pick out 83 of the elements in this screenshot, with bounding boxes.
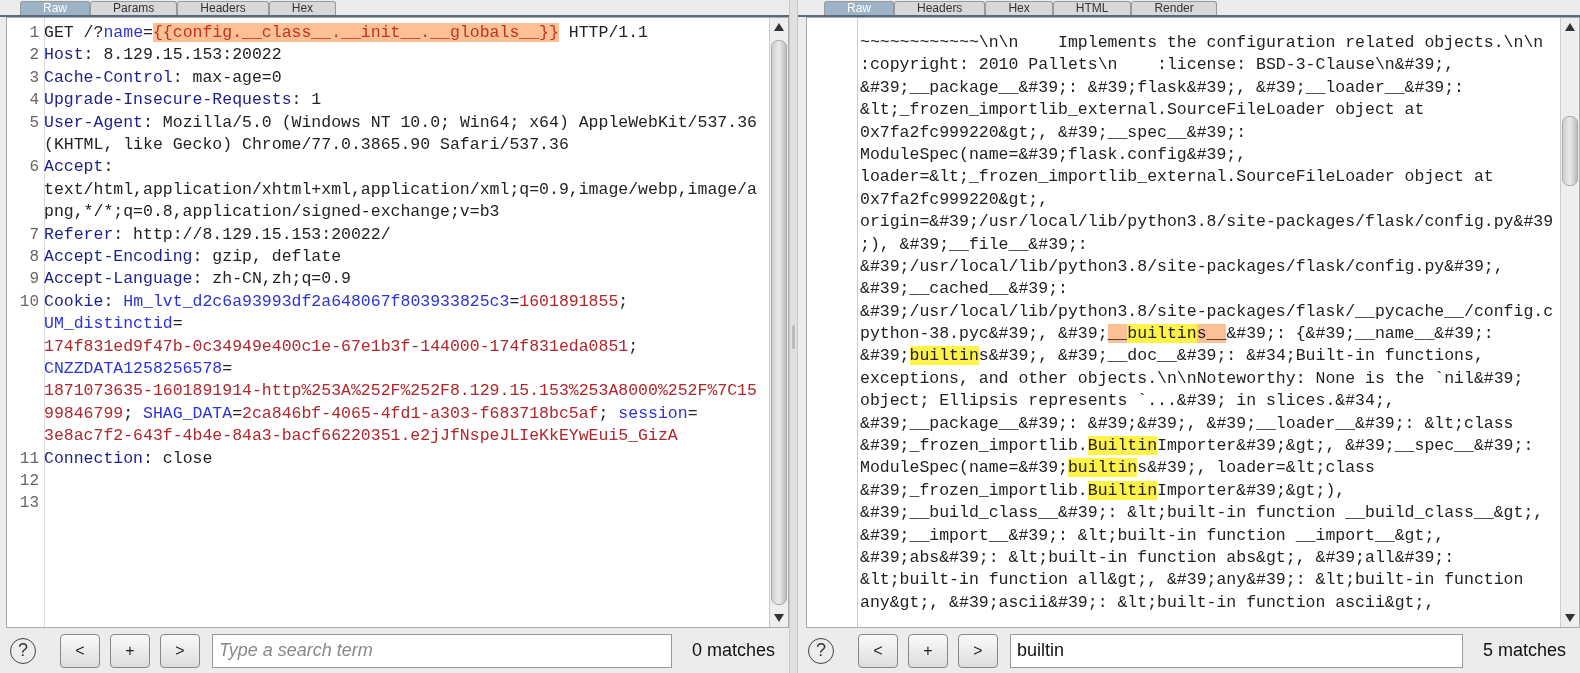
scrollbar-thumb[interactable] xyxy=(771,40,787,605)
code-line: Referer: http://8.129.15.153:20022/ xyxy=(44,223,392,246)
code-line: Accept-Language: zh-CN,zh;q=0.9 xyxy=(44,268,352,291)
code-line: 3e8ac7f2-643f-4b4e-84a3-bacf66220351.e2jJfNspeJLIeKkEYwEui5_GizA xyxy=(44,425,679,448)
tab[interactable]: Render xyxy=(1131,1,1217,15)
code-line: &lt;built-in function all&gt;, &#39;any&#39;: &lt;built-in function xyxy=(860,569,1525,592)
code-line: &#39;__build_class__&#39;: &lt;built-in function __build_class__&gt;, xyxy=(860,502,1545,525)
code-line: Accept: xyxy=(44,156,115,179)
code-line: text/html,application/xhtml+xml,application/xml;q=0.9,image/webp,image/a xyxy=(44,178,758,201)
line-number: 10 xyxy=(19,292,39,311)
line-number: 13 xyxy=(19,494,39,513)
tab[interactable]: Params xyxy=(90,1,178,15)
code-line: Cookie: Hm_lvt_d2c6a93993df2a648067f803933825c3=1601891855; xyxy=(44,290,630,313)
code-line: &#39;_frozen_importlib.BuiltinImporter&#39;&gt;), xyxy=(860,479,1347,502)
code-line: Host: 8.129.15.153:20022 xyxy=(44,44,283,67)
code-line: ModuleSpec(name=&#39;builtins&#39;, loader=&lt;class xyxy=(860,457,1376,480)
code-line: 0x7fa2fc999220&gt;, xyxy=(860,188,1050,211)
code-line: &#39;__cached__&#39;: xyxy=(860,278,1069,301)
code-line: Accept-Encoding: gzip, deflate xyxy=(44,246,343,268)
pane-divider-handle[interactable] xyxy=(792,324,795,349)
tab[interactable]: Headers xyxy=(177,1,269,15)
code-line: :copyright: 2010 Pallets\n :license: BSD-3-Clause\n&#39;, xyxy=(860,54,1456,77)
search-nav-button[interactable]: > xyxy=(958,633,998,668)
code-line: 0x7fa2fc999220&gt;, &#39;__spec__&#39;: xyxy=(860,121,1248,144)
match-count: 5 matches xyxy=(1482,640,1566,661)
search-field[interactable]: Type a search term xyxy=(212,633,672,668)
search-nav-button[interactable]: < xyxy=(858,633,898,668)
line-number: 3 xyxy=(29,68,39,87)
code-line: object; Ellipsis represents `...&#39; in slices.&#34;, xyxy=(860,390,1396,413)
code-line: &lt;_frozen_importlib_external.SourceFileLoader object at xyxy=(860,99,1426,122)
code-line: Cache-Control: max-age=0 xyxy=(44,66,283,89)
code-line: ;), &#39;__file__&#39;: xyxy=(860,233,1089,256)
code-line: 174f831ed9f47b-0c34949e400c1e-67e1b3f-144000-174f831eda0851; xyxy=(44,335,640,358)
code-line: Connection: close xyxy=(44,447,214,470)
line-number: 8 xyxy=(29,248,39,266)
line-number: 5 xyxy=(29,113,39,132)
line-number: 9 xyxy=(29,270,39,289)
code-line: &#39;__package__&#39;: &#39;flask&#39;, &#39;__loader__&#39;: xyxy=(860,76,1465,99)
search-nav-button[interactable]: > xyxy=(160,633,200,668)
line-number: 7 xyxy=(29,225,39,244)
tab[interactable]: Hex xyxy=(268,1,337,15)
tab[interactable]: Headers xyxy=(894,1,986,15)
code-line: CNZZDATA1258256578= xyxy=(44,357,234,380)
search-nav-button[interactable]: + xyxy=(110,633,150,668)
line-number: 12 xyxy=(19,471,39,490)
scroll-down-icon[interactable] xyxy=(1565,614,1575,622)
code-line: 1871073635-1601891914-http%253A%252F%252F8.129.15.153%253A8000%252F%7C15 xyxy=(44,380,758,403)
match-count: 0 matches xyxy=(691,640,775,661)
code-line: &#39;builtins&#39;, &#39;__doc__&#39;: &#34;Built-in functions, xyxy=(860,345,1485,368)
code-line: loader=&lt;_frozen_importlib_external.SourceFileLoader object at xyxy=(860,166,1495,189)
code-line: 99846799; SHAG_DATA=2ca846bf-4065-4fd1-a303-f683718bc5af; session= xyxy=(44,402,699,425)
code-line: &#39;__package__&#39;: &#39;&#39;, &#39;__loader__&#39;: &lt;class xyxy=(860,412,1515,435)
code-line: Upgrade-Insecure-Requests: 1 xyxy=(44,89,323,112)
code-line: png,*/*;q=0.8,application/signed-exchange;v=b3 xyxy=(44,201,501,224)
line-number: 4 xyxy=(29,91,39,110)
scroll-up-icon[interactable] xyxy=(774,23,784,31)
code-line: &#39;__import__&#39;: &lt;built-in function __import__&gt;, xyxy=(860,524,1446,547)
line-number: 2 xyxy=(29,46,39,65)
line-number: 6 xyxy=(29,158,39,177)
line-number: 11 xyxy=(19,449,39,468)
code-line: (KHTML, like Gecko) Chrome/77.0.3865.90 Safari/537.36 xyxy=(44,134,570,156)
code-line: &#39;/usr/local/lib/python3.8/site-packages/flask/__pycache__/config.c xyxy=(860,300,1555,323)
scroll-down-icon[interactable] xyxy=(774,614,784,622)
code-line: any&gt;, &#39;ascii&#39;: &lt;built-in function ascii&gt;, xyxy=(860,591,1436,614)
code-line: GET /?name={{config.__class__.__init__.__globals__}} HTTP/1.1 xyxy=(44,22,650,44)
tab[interactable]: HTML xyxy=(1052,1,1132,15)
code-line: ModuleSpec(name=&#39;flask.config&#39;, xyxy=(860,143,1248,166)
code-line: UM_distinctid= xyxy=(44,313,184,336)
scrollbar-thumb[interactable] xyxy=(1562,116,1578,186)
search-nav-button[interactable]: < xyxy=(60,633,100,668)
scroll-up-icon[interactable] xyxy=(1565,23,1575,31)
code-line: origin=&#39;/usr/local/lib/python3.8/site-packages/flask/config.py&#39 xyxy=(860,211,1555,234)
line-number: 1 xyxy=(29,24,39,42)
code-line: exceptions, and other objects.\n\nNoteworthy: None is the `nil&#39; xyxy=(860,367,1525,390)
code-line: python-38.pyc&#39;, &#39;__builtins__&#39;: {&#39;__name__&#39;: xyxy=(860,323,1495,346)
code-line: &#39;abs&#39;: &lt;built-in function abs&gt;, &#39;all&#39;: xyxy=(860,547,1456,569)
code-line: &#39;/usr/local/lib/python3.8/site-packages/flask/config.py&#39;, xyxy=(860,255,1505,278)
search-nav-button[interactable]: + xyxy=(908,633,948,668)
code-line: User-Agent: Mozilla/5.0 (Windows NT 10.0; Win64; x64) AppleWebKit/537.36 xyxy=(44,111,758,134)
search-field[interactable]: builtin xyxy=(1010,633,1463,668)
code-line: &#39;_frozen_importlib.BuiltinImporter&#39;&gt;, &#39;__spec__&#39;: xyxy=(860,435,1535,458)
code-line: ~~~~~~~~~~~~\n\n Implements the configuration related objects.\n\n xyxy=(860,32,1545,54)
tab[interactable]: Hex xyxy=(985,1,1053,15)
